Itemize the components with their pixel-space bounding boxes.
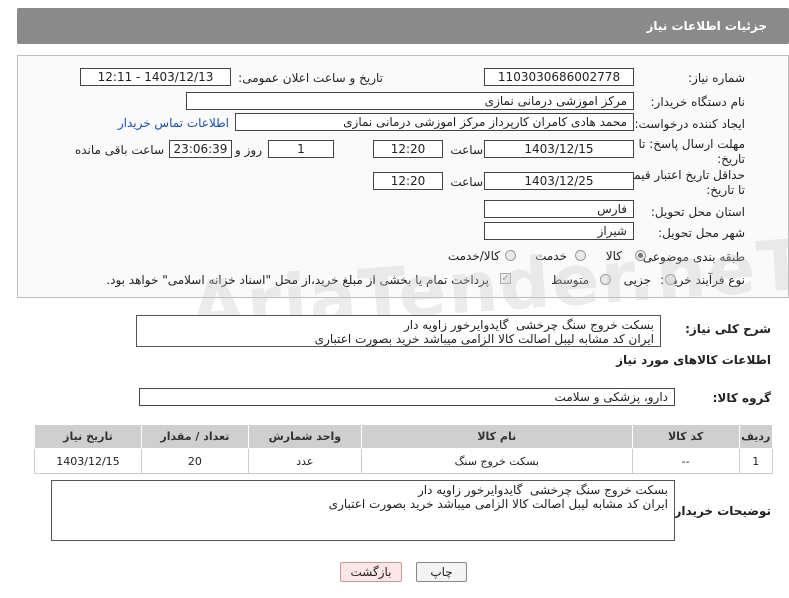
deadline-label: مهلت ارسال پاسخ: تا تاریخ: — [638, 137, 745, 166]
buyer-org-field: مرکز اموزشی درمانی نمازی — [186, 92, 634, 110]
description-textarea: بسکت خروج سنگ چرخشی گایدوایرخور زاویه دا… — [136, 315, 661, 347]
col-date: تاریخ نیاز — [34, 424, 142, 449]
goods-section-title: اطلاعات کالاهای مورد نیاز — [616, 353, 771, 367]
goods-table: ردیف کد کالا نام کالا واحد شمارش تعداد /… — [34, 424, 774, 474]
need-number-label: شماره نیاز: — [688, 71, 745, 85]
cell-date: 1403/12/15 — [34, 448, 142, 474]
cell-code: -- — [631, 448, 740, 474]
remaining-label: ساعت باقی مانده — [74, 143, 164, 157]
col-name: نام کالا — [360, 424, 633, 449]
cell-unit: عدد — [247, 448, 362, 474]
goods-table-header: ردیف کد کالا نام کالا واحد شمارش تعداد /… — [34, 424, 774, 449]
col-row: ردیف — [738, 424, 774, 449]
days-label: روز و — [235, 143, 262, 157]
cell-name: بسکت خروج سنگ — [360, 448, 633, 474]
back-button[interactable]: بازگشت — [340, 562, 402, 582]
remaining-time-field: 23:06:39 — [169, 140, 232, 158]
buyer-org-label: نام دستگاه خریدار: — [650, 95, 746, 109]
goods-group-label: گروه کالا: — [712, 391, 771, 405]
deadline-date-field: 1403/12/15 — [484, 140, 634, 158]
days-remaining-field: 1 — [268, 140, 334, 158]
table-row: 1 -- بسکت خروج سنگ عدد 20 1403/12/15 — [34, 448, 774, 474]
creator-label: ایجاد کننده درخواست: — [634, 117, 745, 131]
deadline-time-field: 12:20 — [373, 140, 443, 158]
province-field: فارس — [484, 200, 634, 218]
col-unit: واحد شمارش — [247, 424, 362, 449]
buyer-notes-textarea: بسکت خروج سنگ چرخشی گایدوایرخور زاویه دا… — [51, 480, 675, 541]
deadline-time-label: ساعت — [450, 143, 483, 157]
creator-field: محمد هادی کامران کارپرداز مرکز اموزشی در… — [235, 113, 634, 131]
description-label: شرح کلی نیاز: — [685, 322, 771, 336]
validity-label: حداقل تاریخ اعتبار قیمت: تا تاریخ: — [618, 168, 745, 197]
buyer-notes-label: توضیحات خریدار: — [669, 504, 771, 518]
validity-date-field: 1403/12/25 — [484, 172, 634, 190]
announce-date-field: 1403/12/13 - 12:11 — [80, 68, 231, 86]
goods-group-field: دارو، پزشکی و سلامت — [139, 388, 675, 406]
validity-time-label: ساعت — [450, 175, 483, 189]
buyer-contact-link[interactable]: اطلاعات تماس خریدار — [118, 116, 229, 130]
validity-time-field: 12:20 — [373, 172, 443, 190]
page-title: جزئیات اطلاعات نیاز — [646, 19, 767, 33]
print-button[interactable]: چاپ — [416, 562, 467, 582]
page-header: جزئیات اطلاعات نیاز — [17, 8, 789, 44]
province-label: استان محل تحویل: — [650, 205, 745, 219]
cell-row: 1 — [738, 448, 774, 474]
announce-label: تاریخ و ساعت اعلان عمومی: — [238, 71, 383, 85]
col-code: کد کالا — [631, 424, 740, 449]
col-quantity: تعداد / مقدار — [140, 424, 249, 449]
need-number-field: 1103030686002778 — [484, 68, 634, 86]
cell-quantity: 20 — [140, 448, 249, 474]
